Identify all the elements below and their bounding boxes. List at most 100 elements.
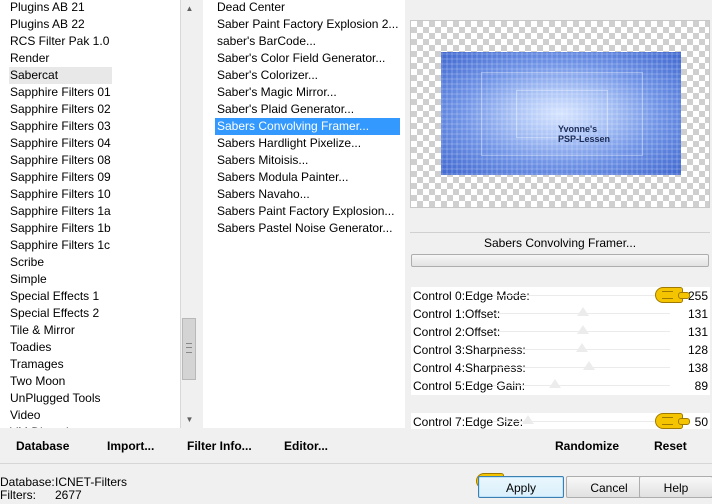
reset-button[interactable]: Reset [654, 439, 687, 453]
category-item[interactable]: Sapphire Filters 08 [9, 152, 112, 169]
category-item[interactable]: Two Moon [9, 373, 112, 390]
filter-list[interactable]: Dead Center Saber Paint Factory Explosion… [215, 0, 401, 237]
filter-item[interactable]: Saber's Color Field Generator... [215, 50, 400, 67]
control-value: 128 [687, 343, 708, 357]
category-item[interactable]: Video [9, 407, 112, 424]
control-row[interactable]: Control 2:Offset: 131 [411, 323, 710, 341]
control-value: 131 [687, 325, 708, 339]
control-row[interactable]: Control 3:Sharpness: 128 [411, 341, 710, 359]
filter-item[interactable]: Sabers Hardlight Pixelize... [215, 135, 400, 152]
control-value: 89 [694, 379, 708, 393]
control-row[interactable]: Control 4:Sharpness: 138 [411, 359, 710, 377]
arrow-down-icon[interactable]: ▼ [181, 411, 198, 428]
category-item[interactable]: Tramages [9, 356, 112, 373]
filter-item[interactable]: Saber's Colorizer... [215, 67, 400, 84]
filter-item[interactable]: Sabers Paint Factory Explosion... [215, 203, 400, 220]
control-label: Control 1:Offset: [413, 307, 501, 321]
category-item[interactable]: Plugins AB 21 [9, 0, 112, 16]
filter-item[interactable]: Sabers Mitoisis... [215, 152, 400, 169]
filter-item[interactable]: Sabers Navaho... [215, 186, 400, 203]
category-item[interactable]: Sapphire Filters 1b [9, 220, 112, 237]
filter-item[interactable]: Sabers Convolving Framer... [215, 118, 401, 135]
category-item[interactable]: Sapphire Filters 1c [9, 237, 112, 254]
help-button[interactable]: Help [639, 476, 712, 498]
preview-area: Yvonne's PSP-Lessen [410, 20, 710, 208]
slider-track[interactable] [493, 367, 670, 368]
category-item[interactable]: Sapphire Filters 1a [9, 203, 112, 220]
selected-filter-title: Sabers Convolving Framer... [410, 232, 710, 253]
filter-item[interactable]: saber's BarCode... [215, 33, 400, 50]
category-item[interactable]: Plugins AB 22 [9, 16, 112, 33]
filter-info-button[interactable]: Filter Info... [187, 439, 252, 453]
slider-thumb[interactable] [582, 361, 595, 370]
scrollbar-thumb[interactable] [182, 318, 196, 380]
database-value: ICNET-Filters [55, 475, 127, 489]
editor-button[interactable]: Editor... [284, 439, 328, 453]
slider-thumb[interactable] [548, 379, 561, 388]
control-sliders: Control 0:Edge Mode: 255 Control 1:Offset:… [411, 287, 710, 431]
slider-thumb[interactable] [577, 307, 590, 316]
preview-image: Yvonne's PSP-Lessen [441, 52, 681, 175]
category-item[interactable]: Special Effects 1 [9, 288, 112, 305]
category-item[interactable]: Sapphire Filters 01 [9, 84, 112, 101]
category-item[interactable]: Simple [9, 271, 112, 288]
category-item[interactable]: VM Distortion [9, 424, 112, 428]
arrow-up-icon[interactable]: ▲ [181, 0, 198, 17]
filters-value: 2677 [55, 488, 82, 502]
control-row-empty [411, 395, 710, 413]
filter-item[interactable]: Saber Paint Factory Explosion 2... [215, 16, 400, 33]
category-item[interactable]: UnPlugged Tools [9, 390, 112, 407]
category-item[interactable]: Toadies [9, 339, 112, 356]
randomize-button[interactable]: Randomize [555, 439, 619, 453]
filters-label: Filters: [0, 488, 36, 502]
grip-icon [186, 343, 192, 353]
control-label: Control 5:Edge Gain: [413, 379, 526, 393]
slider-track[interactable] [493, 295, 670, 296]
control-label: Control 3:Sharpness: [413, 343, 526, 357]
control-row[interactable]: Control 1:Offset: 131 [411, 305, 710, 323]
category-item[interactable]: Sapphire Filters 04 [9, 135, 112, 152]
slider-track[interactable] [493, 385, 670, 386]
action-bar: Database Import... Filter Info... Editor… [0, 429, 712, 463]
filter-item[interactable]: Dead Center [215, 0, 400, 16]
control-label: Control 2:Offset: [413, 325, 501, 339]
slider-track[interactable] [493, 421, 670, 422]
category-item[interactable]: Sapphire Filters 09 [9, 169, 112, 186]
hand-pointer-icon [655, 287, 690, 303]
filter-item[interactable]: Saber's Plaid Generator... [215, 101, 400, 118]
category-list[interactable]: Plugins AB 21 Plugins AB 22 RCS Filter Pak… [9, 0, 112, 428]
control-value: 138 [687, 361, 708, 375]
category-item[interactable]: Sabercat [9, 67, 112, 84]
slider-thumb[interactable] [577, 325, 590, 334]
apply-button[interactable]: Apply [478, 476, 564, 498]
watermark-line-2: PSP-Lessen [558, 134, 611, 144]
watermark-logo: Yvonne's PSP-Lessen [558, 124, 610, 144]
filter-item[interactable]: Saber's Magic Mirror... [215, 84, 400, 101]
category-item[interactable]: Tile & Mirror [9, 322, 112, 339]
category-list-pane[interactable]: Plugins AB 21 Plugins AB 22 RCS Filter Pak… [0, 0, 180, 428]
database-button[interactable]: Database [16, 439, 69, 453]
control-label: Control 0:Edge Mode: [413, 289, 530, 303]
category-item[interactable]: Sapphire Filters 10 [9, 186, 112, 203]
filter-list-pane[interactable]: Dead Center Saber Paint Factory Explosion… [203, 0, 405, 428]
category-item[interactable]: Render [9, 50, 112, 67]
category-item[interactable]: Special Effects 2 [9, 305, 112, 322]
category-item[interactable]: Sapphire Filters 03 [9, 118, 112, 135]
control-label: Control 4:Sharpness: [413, 361, 526, 375]
slider-thumb[interactable] [522, 415, 535, 424]
control-row[interactable]: Control 0:Edge Mode: 255 [411, 287, 710, 305]
control-row[interactable]: Control 5:Edge Gain: 89 [411, 377, 710, 395]
filter-item[interactable]: Sabers Pastel Noise Generator... [215, 220, 400, 237]
filter-item[interactable]: Sabers Modula Painter... [215, 169, 400, 186]
control-value: 131 [687, 307, 708, 321]
category-item[interactable]: RCS Filter Pak 1.0 [9, 33, 112, 50]
progress-bar [411, 254, 709, 267]
import-button[interactable]: Import... [107, 439, 154, 453]
category-scrollbar[interactable]: ▲ ▼ [180, 0, 198, 428]
category-item[interactable]: Sapphire Filters 02 [9, 101, 112, 118]
hand-pointer-icon [655, 413, 690, 429]
watermark-line-1: Yvonne's [558, 124, 598, 134]
database-label: Database: [0, 475, 55, 489]
slider-thumb[interactable] [575, 343, 588, 352]
category-item[interactable]: Scribe [9, 254, 112, 271]
